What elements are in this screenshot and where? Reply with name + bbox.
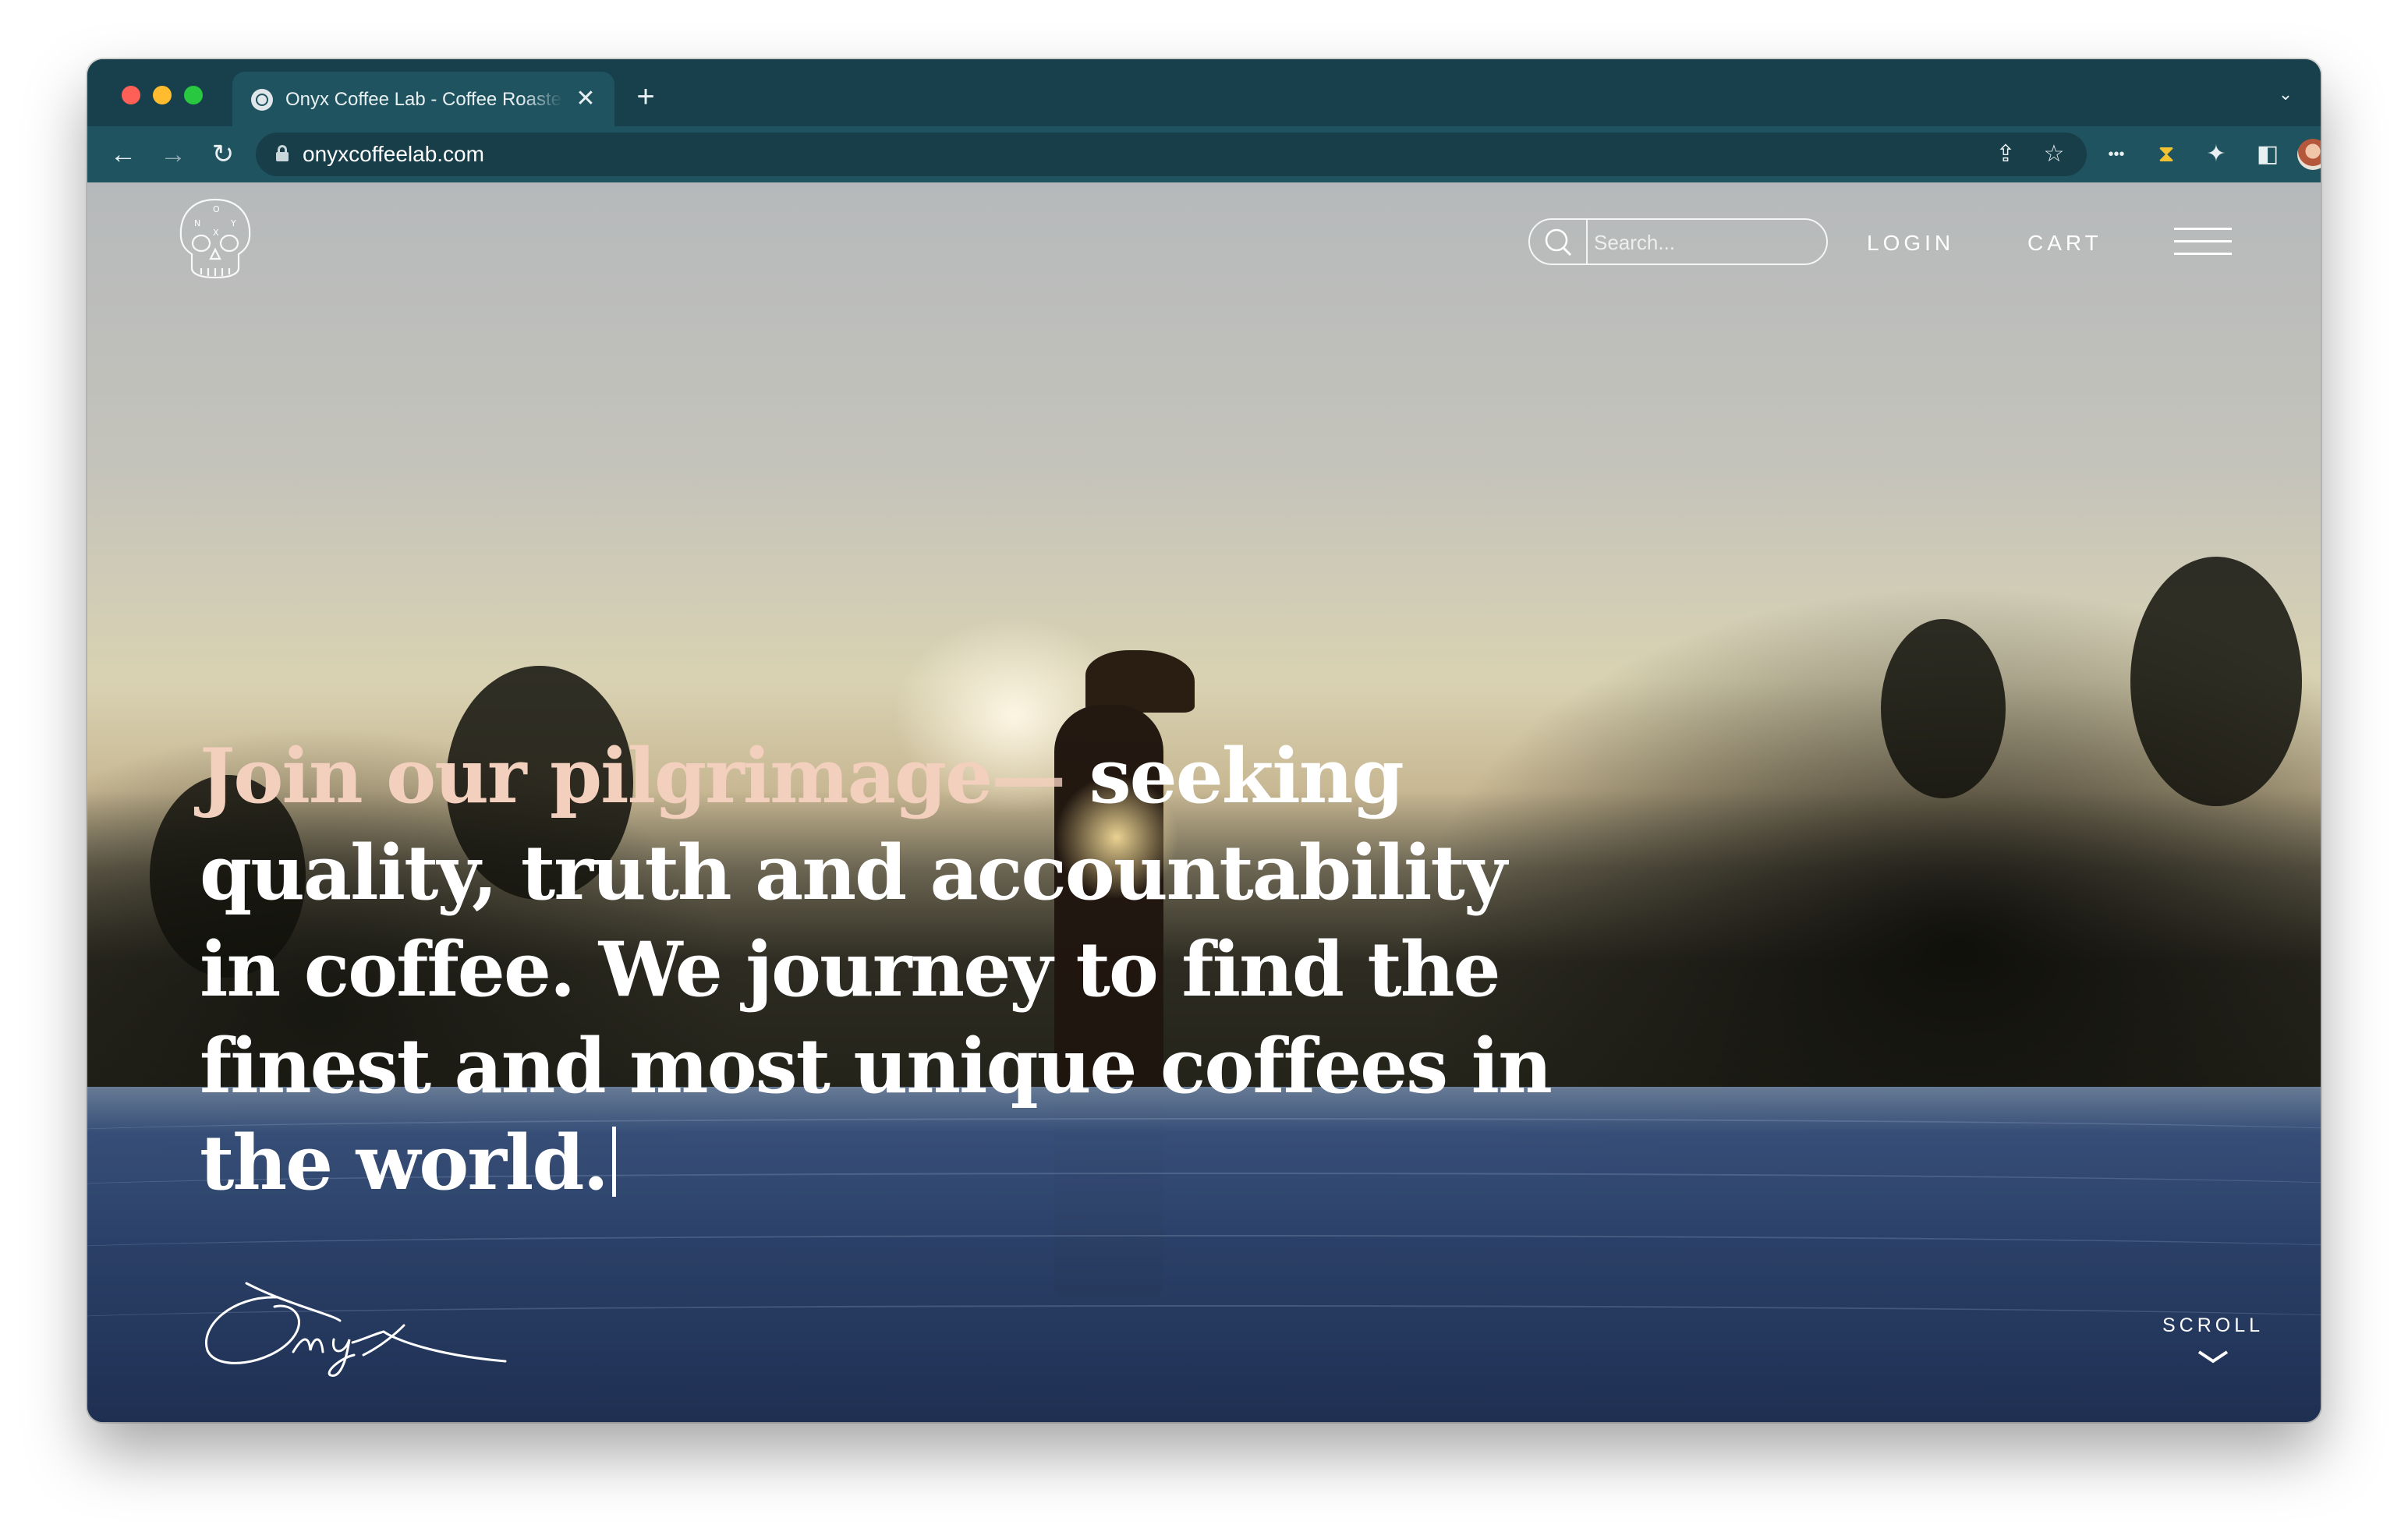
onyx-signature-logo[interactable]	[200, 1280, 527, 1383]
search-icon[interactable]	[1530, 220, 1588, 264]
globe-icon	[251, 89, 273, 111]
tab-title: Onyx Coffee Lab - Coffee Roasters	[285, 89, 563, 110]
farmer-hat	[1085, 650, 1195, 713]
scroll-label[interactable]: SCROLL	[2135, 1314, 2291, 1337]
browser-titlebar: Onyx Coffee Lab - Coffee Roasters ✕ + ⌄	[87, 59, 2321, 126]
svg-text:N: N	[194, 218, 200, 228]
hamburger-menu-icon[interactable]	[2174, 228, 2232, 257]
hero-headline: Join our pilgrimage— seeking quality, tr…	[200, 728, 1603, 1212]
search-bar[interactable]	[1528, 218, 1828, 265]
browser-toolbar: ← → ↻ onyxcoffeelab.com ⇪ ☆ ••• ⧗ ✦ ◧ ⋮	[87, 126, 2321, 182]
maximize-window-button[interactable]	[184, 86, 203, 104]
hero-headline-accent: Join our pilgrimage	[200, 732, 993, 820]
minimize-window-button[interactable]	[153, 86, 172, 104]
hourglass-extension-icon[interactable]: ⧗	[2149, 137, 2183, 172]
close-window-button[interactable]	[122, 86, 140, 104]
cart-link[interactable]: CART	[2027, 228, 2102, 259]
skull-logo-icon[interactable]: O N Y X	[175, 196, 256, 282]
forward-arrow-icon[interactable]: →	[154, 136, 192, 173]
browser-tab-active[interactable]: Onyx Coffee Lab - Coffee Roasters ✕	[232, 72, 614, 126]
tree-silhouette	[1881, 619, 2006, 798]
svg-text:X: X	[213, 228, 219, 238]
login-link[interactable]: LOGIN	[1867, 228, 1954, 259]
chevron-down-icon[interactable]	[2196, 1347, 2230, 1366]
share-icon[interactable]: ⇪	[1992, 140, 2020, 168]
tab-close-icon[interactable]: ✕	[572, 86, 599, 112]
typing-caret	[611, 1127, 616, 1197]
profile-avatar[interactable]	[2297, 139, 2321, 170]
tree-silhouette	[2130, 557, 2302, 806]
dots-extension-icon[interactable]: •••	[2099, 137, 2134, 172]
browser-window: Onyx Coffee Lab - Coffee Roasters ✕ + ⌄ …	[87, 59, 2321, 1422]
address-bar[interactable]: onyxcoffeelab.com ⇪ ☆	[256, 133, 2087, 176]
url-text[interactable]: onyxcoffeelab.com	[303, 140, 484, 168]
bookmark-star-icon[interactable]: ☆	[2040, 140, 2068, 168]
back-arrow-icon[interactable]: ←	[104, 136, 142, 173]
svg-text:O: O	[213, 204, 220, 214]
tab-search-chevron-icon[interactable]: ⌄	[2274, 83, 2297, 106]
hero-headline-dash: —	[991, 732, 1066, 820]
new-tab-button[interactable]: +	[629, 80, 663, 114]
side-panel-icon[interactable]: ◧	[2250, 137, 2285, 172]
tarp-fold	[87, 1235, 2321, 1268]
lock-icon[interactable]	[276, 145, 289, 161]
reload-icon[interactable]: ↻	[204, 136, 242, 173]
puzzle-icon[interactable]: ✦	[2199, 137, 2233, 172]
svg-text:Y: Y	[230, 218, 236, 228]
hero-section: O N Y X LOGIN CART J	[87, 182, 2321, 1422]
search-input[interactable]	[1592, 226, 1822, 259]
